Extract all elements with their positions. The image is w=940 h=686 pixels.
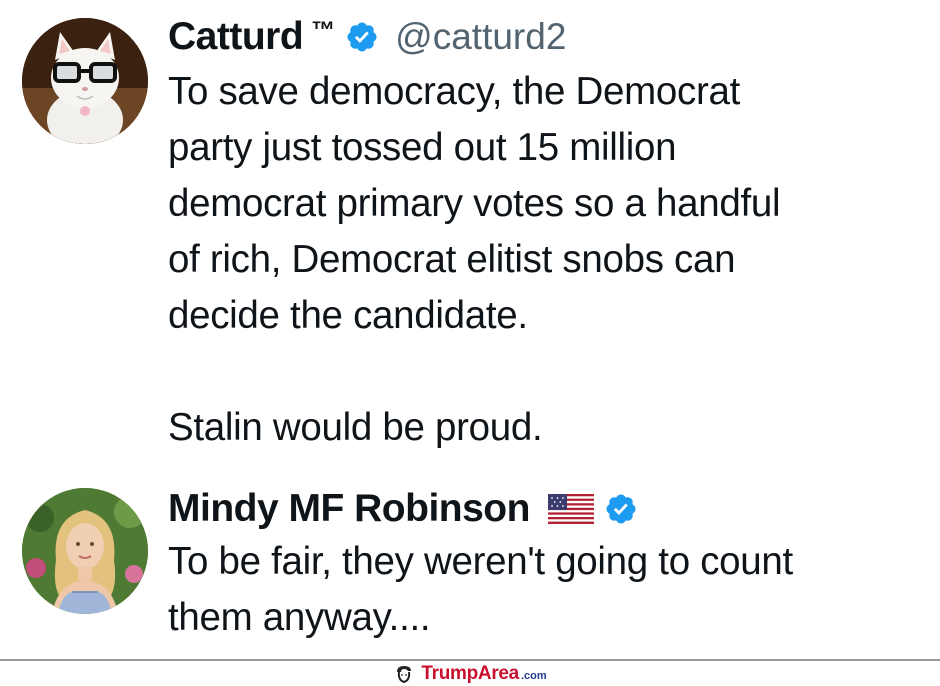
tweet-text: To be fair, they weren't going to count … xyxy=(168,540,793,639)
trademark-symbol: ™ xyxy=(311,17,336,44)
us-flag-icon xyxy=(547,494,594,524)
tweet-header: Mindy MF Robinson xyxy=(168,484,638,534)
trump-silhouette-icon xyxy=(397,666,412,684)
verified-badge-icon xyxy=(347,22,377,52)
display-name[interactable]: Mindy MF Robinson xyxy=(168,487,530,531)
mindy-avatar[interactable] xyxy=(22,488,148,614)
display-name[interactable]: Catturd xyxy=(168,15,304,59)
footer-divider xyxy=(0,659,940,661)
verified-badge-icon xyxy=(606,494,636,524)
user-handle[interactable]: @catturd2 xyxy=(395,16,566,58)
tweet-text: To save democracy, the Democrat party ju… xyxy=(168,70,781,449)
cat-with-glasses-icon xyxy=(22,18,148,144)
catturd-avatar[interactable] xyxy=(22,18,148,144)
tweet-header: Catturd ™ @catturd2 xyxy=(168,12,566,62)
watermark-footer: TrumpArea .com xyxy=(0,662,940,686)
brand-domain-suffix: .com xyxy=(520,670,547,682)
woman-blonde-icon xyxy=(22,488,148,614)
brand-name: TrumpArea xyxy=(421,663,519,684)
